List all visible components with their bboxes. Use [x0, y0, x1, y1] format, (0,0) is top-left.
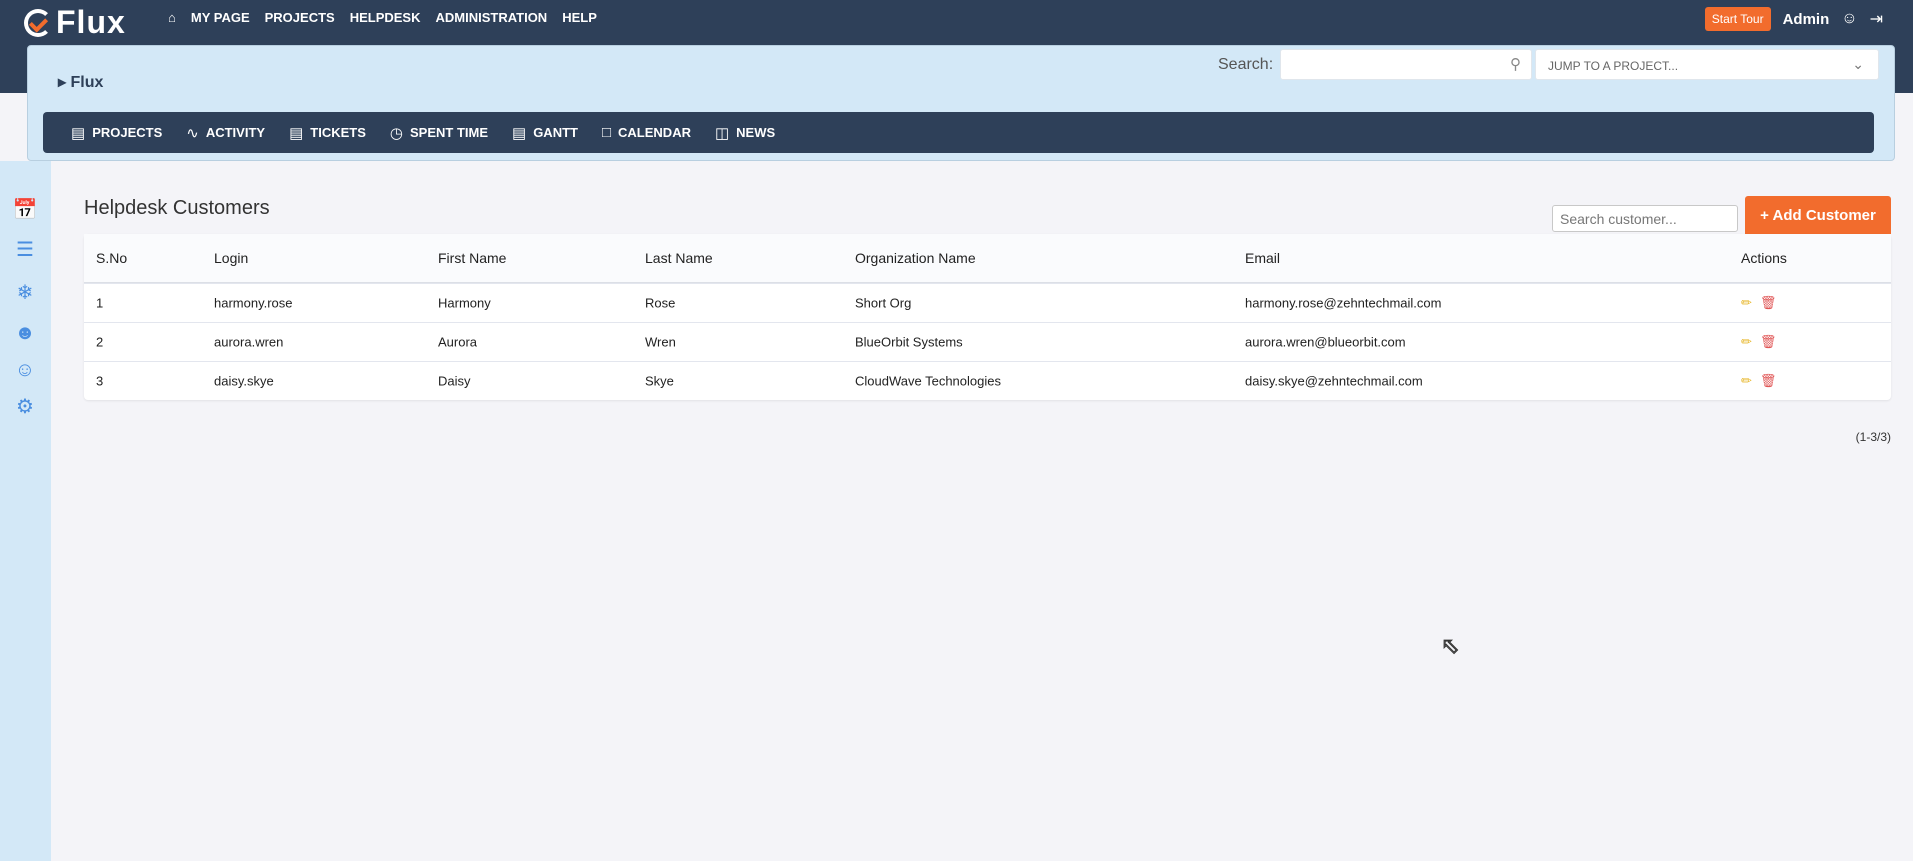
- cell-sno: 2: [96, 334, 104, 350]
- nav-helpdesk[interactable]: HELPDESK: [350, 10, 421, 25]
- col-actions: Actions: [1741, 250, 1787, 266]
- brand-name: Flux: [56, 4, 126, 40]
- menu-label: TICKETS: [310, 125, 366, 140]
- ticket-icon: ▤: [289, 124, 304, 142]
- cell-email: harmony.rose@zehntechmail.com: [1245, 295, 1442, 311]
- cell-first-name: Harmony: [438, 295, 491, 311]
- menu-activity[interactable]: ∿ ACTIVITY: [186, 124, 265, 142]
- calendar-check-icon[interactable]: 📅: [11, 196, 39, 224]
- customers-table: S.No Login First Name Last Name Organiza…: [84, 234, 1891, 400]
- home-icon[interactable]: ⌂: [168, 10, 176, 25]
- row-actions: ✏ 🗑: [1741, 334, 1776, 350]
- nav-projects[interactable]: PROJECTS: [265, 10, 335, 25]
- col-organization: Organization Name: [855, 250, 976, 266]
- jump-to-project-select[interactable]: JUMP TO A PROJECT... ⌄: [1535, 49, 1879, 80]
- cell-last-name: Skye: [645, 373, 674, 389]
- delete-trash-icon[interactable]: 🗑: [1760, 334, 1777, 350]
- logout-icon[interactable]: ⇥: [1870, 9, 1883, 29]
- cell-organization: Short Org: [855, 295, 912, 311]
- page-title: Helpdesk Customers: [84, 197, 270, 219]
- breadcrumb-label: Flux: [70, 74, 104, 91]
- menu-gantt[interactable]: ▤ GANTT: [512, 124, 578, 142]
- cell-first-name: Daisy: [438, 373, 471, 389]
- col-login: Login: [214, 250, 249, 266]
- customer-search-input[interactable]: [1552, 205, 1738, 232]
- clock-calendar-icon: ◷: [389, 124, 403, 142]
- row-actions: ✏ 🗑: [1741, 295, 1776, 311]
- user-icon[interactable]: ☺: [1841, 10, 1857, 28]
- pagination-info: (1-3/3): [1855, 430, 1891, 444]
- table-row: 3 daisy.skye Daisy Skye CloudWave Techno…: [84, 361, 1891, 400]
- cell-last-name: Rose: [645, 295, 676, 311]
- cell-first-name: Aurora: [438, 334, 478, 350]
- gantt-icon: ▤: [512, 124, 527, 142]
- project-menu: ▤ PROJECTS ∿ ACTIVITY ▤ TICKETS ◷ SPENT TIME…: [43, 112, 1874, 153]
- menu-label: PROJECTS: [92, 125, 163, 140]
- flux-logo[interactable]: Flux: [24, 4, 126, 41]
- calendar-icon: □: [601, 124, 612, 141]
- col-last-name: Last Name: [645, 250, 713, 266]
- menu-label: GANTT: [533, 125, 578, 140]
- delete-trash-icon[interactable]: 🗑: [1760, 295, 1777, 311]
- menu-label: SPENT TIME: [409, 125, 488, 140]
- cell-login: aurora.wren: [214, 334, 284, 350]
- cell-sno: 3: [96, 373, 104, 389]
- menu-tickets[interactable]: ▤ TICKETS: [289, 124, 366, 142]
- col-email: Email: [1245, 250, 1281, 266]
- cell-email: aurora.wren@blueorbit.com: [1245, 334, 1406, 350]
- menu-projects[interactable]: ▤ PROJECTS: [71, 124, 162, 142]
- start-tour-button[interactable]: Start Tour: [1704, 7, 1771, 31]
- cell-last-name: Wren: [645, 334, 676, 350]
- breadcrumb[interactable]: ▸ Flux: [58, 72, 103, 92]
- pulse-icon: ∿: [186, 124, 199, 142]
- top-nav: ⌂ MY PAGE PROJECTS HELPDESK ADMINISTRATI…: [168, 10, 597, 25]
- search-icon[interactable]: ⚲: [1510, 55, 1521, 73]
- nav-help[interactable]: HELP: [562, 10, 597, 25]
- table-row: 1 harmony.rose Harmony Rose Short Org ha…: [84, 283, 1891, 322]
- user-list-icon[interactable]: ☺: [11, 356, 39, 384]
- add-customer-button[interactable]: + Add Customer: [1745, 196, 1891, 234]
- clipboard-icon: ▤: [71, 124, 86, 142]
- table-row: 2 aurora.wren Aurora Wren BlueOrbit Syst…: [84, 322, 1891, 361]
- checklist-icon[interactable]: ☰: [11, 236, 39, 264]
- col-first-name: First Name: [438, 250, 507, 266]
- menu-label: NEWS: [736, 125, 776, 140]
- nav-my-page[interactable]: MY PAGE: [191, 10, 250, 25]
- jump-placeholder: JUMP TO A PROJECT...: [1548, 59, 1679, 73]
- col-sno: S.No: [96, 250, 128, 266]
- table-header: S.No Login First Name Last Name Organiza…: [84, 234, 1891, 283]
- edit-pencil-icon[interactable]: ✏: [1741, 373, 1752, 389]
- menu-spent-time[interactable]: ◷ SPENT TIME: [390, 124, 488, 142]
- cell-login: harmony.rose: [214, 295, 293, 311]
- nav-administration[interactable]: ADMINISTRATION: [436, 10, 548, 25]
- cell-organization: CloudWave Technologies: [855, 373, 1001, 389]
- row-actions: ✏ 🗑: [1741, 373, 1776, 389]
- news-icon: ◫: [714, 124, 730, 142]
- cell-login: daisy.skye: [214, 373, 274, 389]
- user-name[interactable]: Admin: [1783, 11, 1830, 28]
- users-group-icon[interactable]: ☻: [11, 319, 39, 347]
- search-input[interactable]: ⚲: [1280, 49, 1532, 80]
- cell-organization: BlueOrbit Systems: [855, 334, 963, 350]
- delete-trash-icon[interactable]: 🗑: [1760, 373, 1777, 389]
- edit-pencil-icon[interactable]: ✏: [1741, 295, 1752, 311]
- search-label: Search:: [1218, 56, 1274, 73]
- check-logo-icon: [24, 8, 52, 37]
- edit-pencil-icon[interactable]: ✏: [1741, 334, 1752, 350]
- menu-news[interactable]: ◫ NEWS: [715, 124, 775, 142]
- menu-calendar[interactable]: □ CALENDAR: [602, 124, 691, 141]
- network-icon[interactable]: ❄: [11, 279, 39, 307]
- sidebar: 📅 ☰ ❄ ☻ ☺ ⚙: [0, 161, 51, 861]
- menu-label: ACTIVITY: [205, 125, 266, 140]
- chevron-down-icon: ⌄: [1852, 56, 1864, 72]
- cell-sno: 1: [96, 295, 104, 311]
- menu-label: CALENDAR: [618, 125, 691, 140]
- cell-email: daisy.skye@zehntechmail.com: [1245, 373, 1423, 389]
- project-header: ▸ Flux Search: ⚲ JUMP TO A PROJECT... ⌄ ▤…: [27, 45, 1895, 161]
- settings-gear-icon[interactable]: ⚙: [11, 393, 39, 421]
- mouse-cursor-icon: ⬁: [1440, 633, 1460, 659]
